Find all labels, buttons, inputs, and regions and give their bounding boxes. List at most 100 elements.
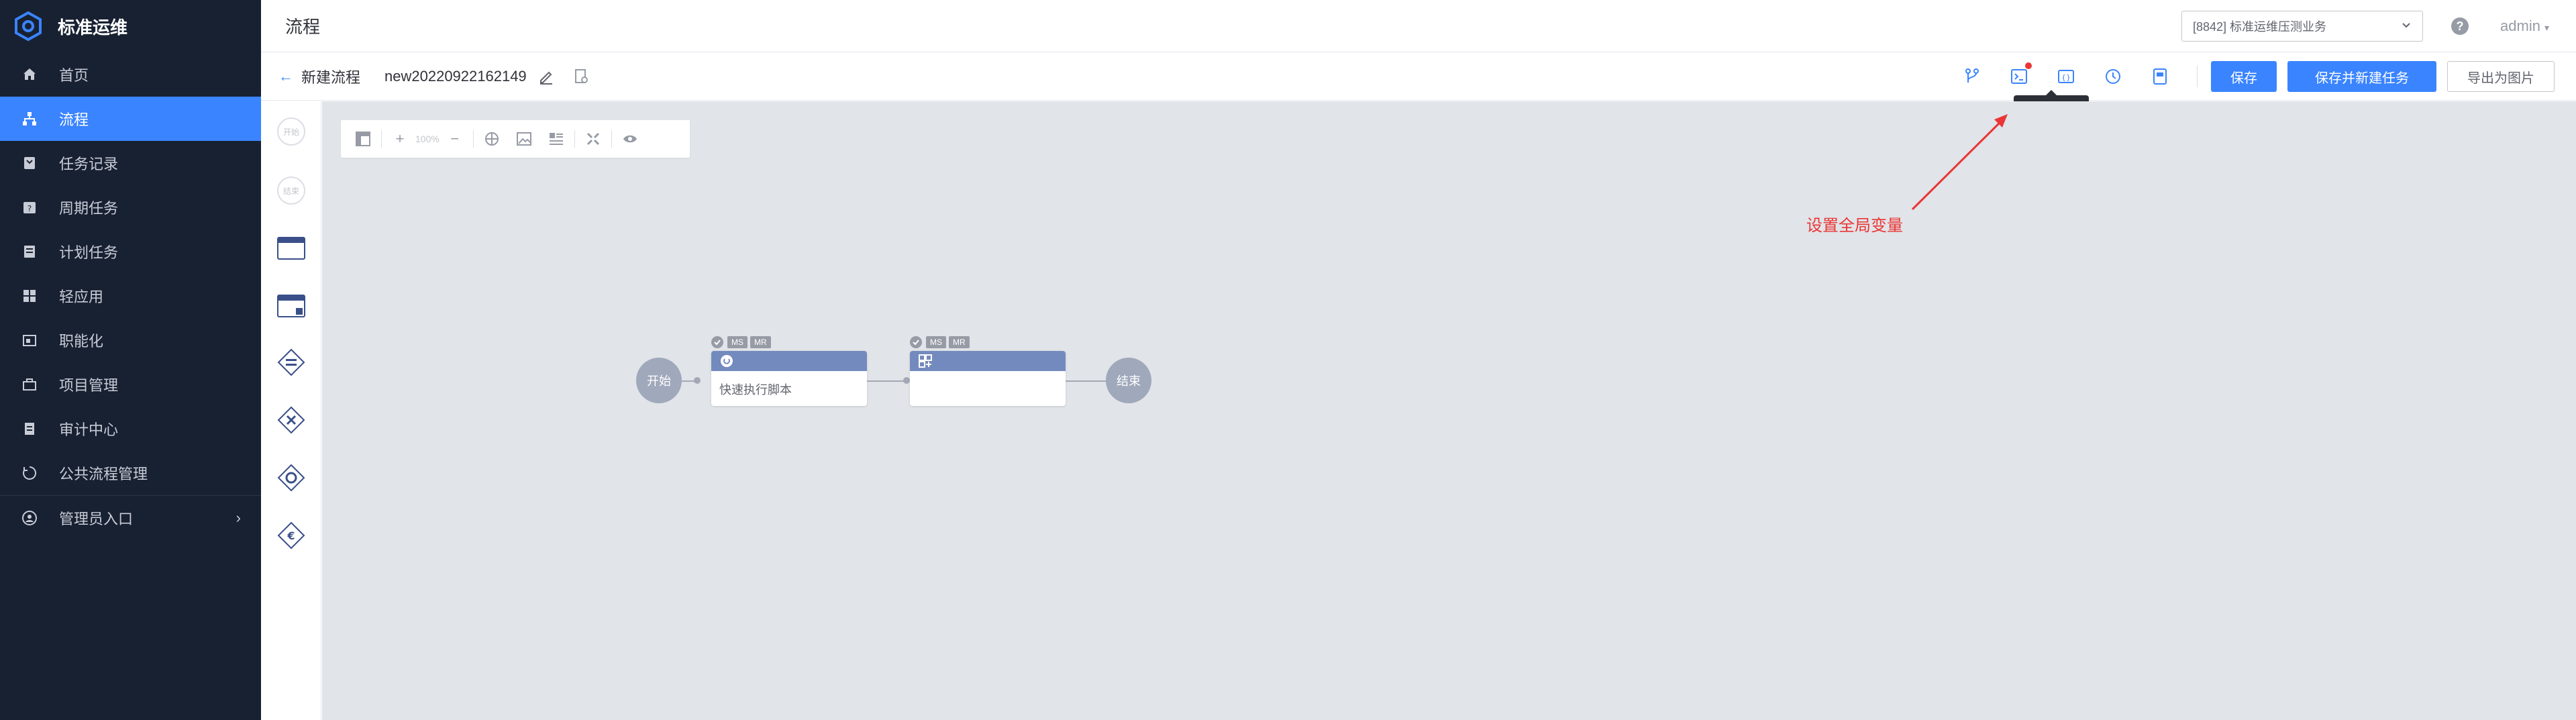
palette-task-node[interactable] bbox=[276, 233, 307, 264]
sidebar-item-label: 轻应用 bbox=[59, 289, 104, 305]
sidebar-item-task-record[interactable]: 任务记录 bbox=[0, 141, 261, 185]
palette-start-node[interactable]: 开始 bbox=[276, 116, 307, 147]
flow-toolbar: ← 新建流程 new20220922162149 {} 保存 保存并新建任务 导… bbox=[261, 52, 2576, 101]
task-record-icon bbox=[21, 155, 38, 171]
reset-icon[interactable] bbox=[483, 130, 501, 148]
public-flow-icon bbox=[21, 465, 38, 481]
toolbar-divider bbox=[381, 130, 382, 148]
notification-dot bbox=[2025, 62, 2032, 69]
canvas-toolbar: + 100% − bbox=[341, 120, 690, 158]
sidebar-item-admin[interactable]: 管理员入口 › bbox=[0, 496, 261, 540]
list-icon[interactable] bbox=[548, 130, 565, 148]
sidebar-item-label: 流程 bbox=[59, 111, 89, 128]
business-select[interactable]: [8842] 标准运维压测业务 bbox=[2181, 11, 2423, 42]
task-node-name bbox=[910, 371, 1066, 380]
palette-parallel-gateway[interactable] bbox=[276, 347, 307, 378]
sidebar-item-label: 首页 bbox=[59, 67, 89, 84]
edge bbox=[867, 380, 907, 382]
task2-badges: MS MR bbox=[910, 336, 972, 348]
audit-icon bbox=[21, 421, 38, 437]
edge bbox=[1066, 380, 1106, 382]
end-node[interactable]: 结束 bbox=[1106, 358, 1151, 403]
file-settings-icon[interactable] bbox=[572, 68, 590, 85]
project-icon bbox=[21, 376, 38, 393]
brand[interactable]: 标准运维 bbox=[0, 0, 261, 52]
badge-ms: MS bbox=[727, 336, 748, 348]
zoom-out-icon[interactable]: − bbox=[446, 130, 464, 148]
sidebar-item-home[interactable]: 首页 bbox=[0, 52, 261, 97]
edge-anchor bbox=[903, 377, 910, 384]
sidebar-item-label: 管理员入口 bbox=[59, 511, 134, 527]
sidebar-item-apps[interactable]: 轻应用 bbox=[0, 274, 261, 318]
save-button[interactable]: 保存 bbox=[2211, 61, 2277, 92]
task-node-quick-script[interactable]: 快速执行脚本 bbox=[711, 351, 867, 406]
sidebar-item-flow[interactable]: 流程 bbox=[0, 97, 261, 141]
sidebar-item-functionalization[interactable]: 职能化 bbox=[0, 318, 261, 362]
node-palette: 开始 结束 € bbox=[261, 101, 321, 720]
user-icon bbox=[21, 510, 38, 526]
plugin-icon bbox=[919, 354, 932, 368]
conditional-parallel-gateway-icon: € bbox=[277, 521, 305, 550]
sidebar-item-label: 周期任务 bbox=[59, 200, 119, 217]
caret-down-icon: ▾ bbox=[2544, 22, 2549, 33]
layout-icon[interactable] bbox=[354, 130, 372, 148]
subprocess-node-icon bbox=[277, 295, 305, 317]
business-select-value: [8842] 标准运维压测业务 bbox=[2193, 20, 2327, 34]
svg-text:€: € bbox=[287, 529, 295, 542]
branch-gateway-icon bbox=[277, 406, 305, 434]
branch-icon[interactable] bbox=[1962, 66, 1982, 87]
apps-icon bbox=[21, 288, 38, 304]
palette-conditional-parallel-gateway[interactable]: € bbox=[276, 520, 307, 551]
start-node[interactable]: 开始 bbox=[636, 358, 682, 403]
zoom-in-icon[interactable]: + bbox=[391, 130, 409, 148]
arrow-left-icon: ← bbox=[278, 67, 293, 85]
sidebar-item-periodic[interactable]: ? 周期任务 bbox=[0, 185, 261, 229]
sidebar-item-label: 公共流程管理 bbox=[59, 466, 148, 482]
badge-mr: MR bbox=[949, 336, 970, 348]
check-icon bbox=[711, 336, 723, 348]
sidebar-item-label: 任务记录 bbox=[59, 156, 119, 172]
task-node-empty[interactable] bbox=[910, 351, 1066, 406]
home-icon bbox=[21, 66, 38, 83]
periodic-task-icon: ? bbox=[21, 199, 38, 215]
back-button[interactable]: ← 新建流程 bbox=[278, 66, 360, 87]
start-node-label: 开始 bbox=[277, 117, 305, 146]
sidebar-item-audit[interactable]: 审计中心 bbox=[0, 407, 261, 451]
sidebar-item-label: 计划任务 bbox=[59, 244, 119, 261]
sidebar-item-public-flow[interactable]: 公共流程管理 bbox=[0, 451, 261, 495]
annotation-text: 设置全局变量 bbox=[1806, 217, 1903, 235]
save-and-create-task-button[interactable]: 保存并新建任务 bbox=[2287, 61, 2436, 92]
palette-converge-gateway[interactable] bbox=[276, 462, 307, 493]
task1-badges: MS MR bbox=[711, 336, 774, 348]
image-icon[interactable] bbox=[515, 130, 533, 148]
global-variable-icon[interactable] bbox=[2009, 62, 2032, 87]
sidebar-item-plan[interactable]: 计划任务 bbox=[0, 229, 261, 274]
page-title: 流程 bbox=[285, 17, 321, 37]
help-icon[interactable]: ? bbox=[2451, 17, 2469, 35]
toolbar-actions: {} 保存 保存并新建任务 导出为图片 bbox=[1949, 52, 2576, 101]
user-name: admin bbox=[2500, 17, 2540, 34]
config-icon[interactable] bbox=[2150, 66, 2170, 87]
sidebar-menu: 首页 流程 任务记录 ? 周期任务 计划任务 轻应用 职能化 项目管理 审计中心… bbox=[0, 52, 261, 495]
logo-icon bbox=[15, 11, 42, 41]
task-node-name: 快速执行脚本 bbox=[719, 383, 792, 397]
check-icon bbox=[910, 336, 922, 348]
history-icon[interactable] bbox=[2103, 66, 2123, 87]
export-image-button[interactable]: 导出为图片 bbox=[2447, 61, 2555, 92]
palette-end-node[interactable]: 结束 bbox=[276, 175, 307, 206]
sidebar-item-project[interactable]: 项目管理 bbox=[0, 362, 261, 407]
flow-canvas[interactable]: + 100% − 开始 MS MR 快速执行脚本 MS MR 结束 bbox=[322, 101, 2576, 720]
fit-screen-icon[interactable] bbox=[584, 130, 602, 148]
plan-task-icon bbox=[21, 244, 38, 260]
sidebar-item-label: 项目管理 bbox=[59, 377, 119, 394]
palette-branch-gateway[interactable] bbox=[276, 405, 307, 435]
template-data-icon[interactable]: {} bbox=[2056, 66, 2076, 87]
user-menu[interactable]: admin ▾ bbox=[2500, 17, 2549, 35]
badge-mr: MR bbox=[750, 336, 771, 348]
app-root: 标准运维 首页 流程 任务记录 ? 周期任务 计划任务 轻应用 职能化 项目管理… bbox=[0, 0, 2576, 720]
sidebar: 标准运维 首页 流程 任务记录 ? 周期任务 计划任务 轻应用 职能化 项目管理… bbox=[0, 0, 261, 720]
eye-icon[interactable] bbox=[621, 130, 639, 148]
sidebar-item-label: 职能化 bbox=[59, 333, 104, 350]
edit-icon[interactable] bbox=[537, 68, 555, 85]
palette-subprocess-node[interactable] bbox=[276, 291, 307, 321]
